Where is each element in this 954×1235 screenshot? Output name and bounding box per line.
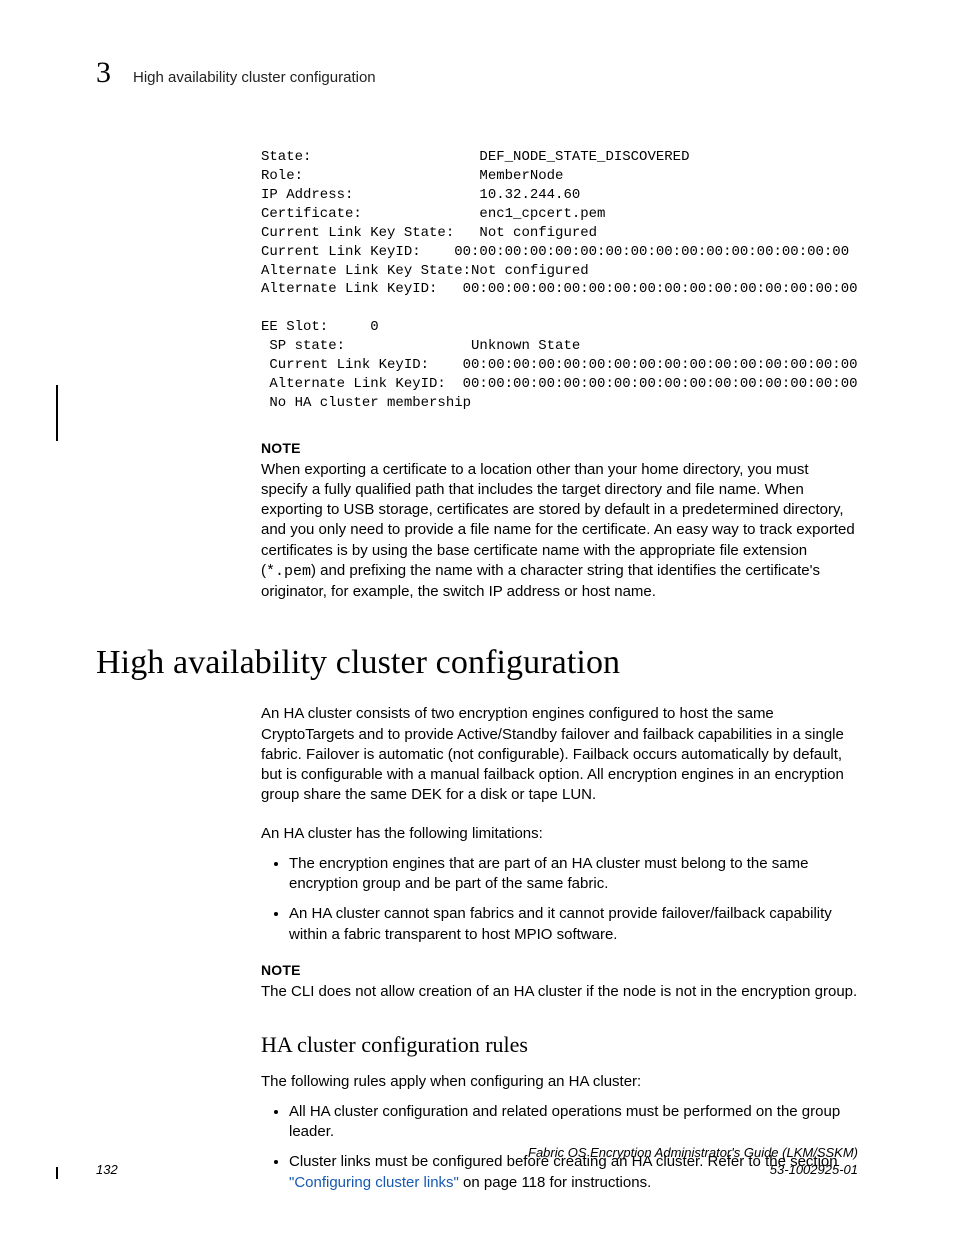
bullet-item: The encryption engines that are part of … xyxy=(289,854,858,895)
doc-number: 53-1002925-01 xyxy=(770,1162,858,1177)
note-text-after: ) and prefixing the name with a characte… xyxy=(261,562,820,600)
section-heading: High availability cluster configuration xyxy=(96,640,858,686)
page-footer: 132 Fabric OS Encryption Administrator's… xyxy=(96,1144,858,1179)
cli-output: State: DEF_NODE_STATE_DISCOVERED Role: M… xyxy=(261,148,858,412)
section-body: An HA cluster consists of two encryption… xyxy=(261,704,858,1193)
footer-right: Fabric OS Encryption Administrator's Gui… xyxy=(528,1144,858,1179)
bullet-item: An HA cluster cannot span fabrics and it… xyxy=(289,904,858,945)
running-header: 3 High availability cluster configuratio… xyxy=(96,58,858,88)
page: 3 High availability cluster configuratio… xyxy=(0,0,954,1235)
chapter-title: High availability cluster configuration xyxy=(133,68,376,88)
subsection-intro: The following rules apply when configuri… xyxy=(261,1072,858,1092)
note-mono: *.pem xyxy=(266,563,311,580)
subsection-heading: HA cluster configuration rules xyxy=(261,1030,858,1060)
page-number: 132 xyxy=(96,1161,118,1179)
section-para-1: An HA cluster consists of two encryption… xyxy=(261,704,858,805)
note-text: The CLI does not allow creation of an HA… xyxy=(261,982,858,1002)
bullet-item: All HA cluster configuration and related… xyxy=(289,1102,858,1143)
note-label: NOTE xyxy=(261,961,858,980)
revision-bar xyxy=(56,385,58,441)
chapter-number: 3 xyxy=(96,58,111,88)
book-title: Fabric OS Encryption Administrator's Gui… xyxy=(528,1145,858,1160)
note-block: NOTE When exporting a certificate to a l… xyxy=(261,439,858,603)
section-para-2: An HA cluster has the following limitati… xyxy=(261,824,858,844)
note-label: NOTE xyxy=(261,439,858,458)
revision-bar xyxy=(56,1167,58,1179)
note-text: When exporting a certificate to a locati… xyxy=(261,460,858,603)
section-bullets: The encryption engines that are part of … xyxy=(261,854,858,945)
